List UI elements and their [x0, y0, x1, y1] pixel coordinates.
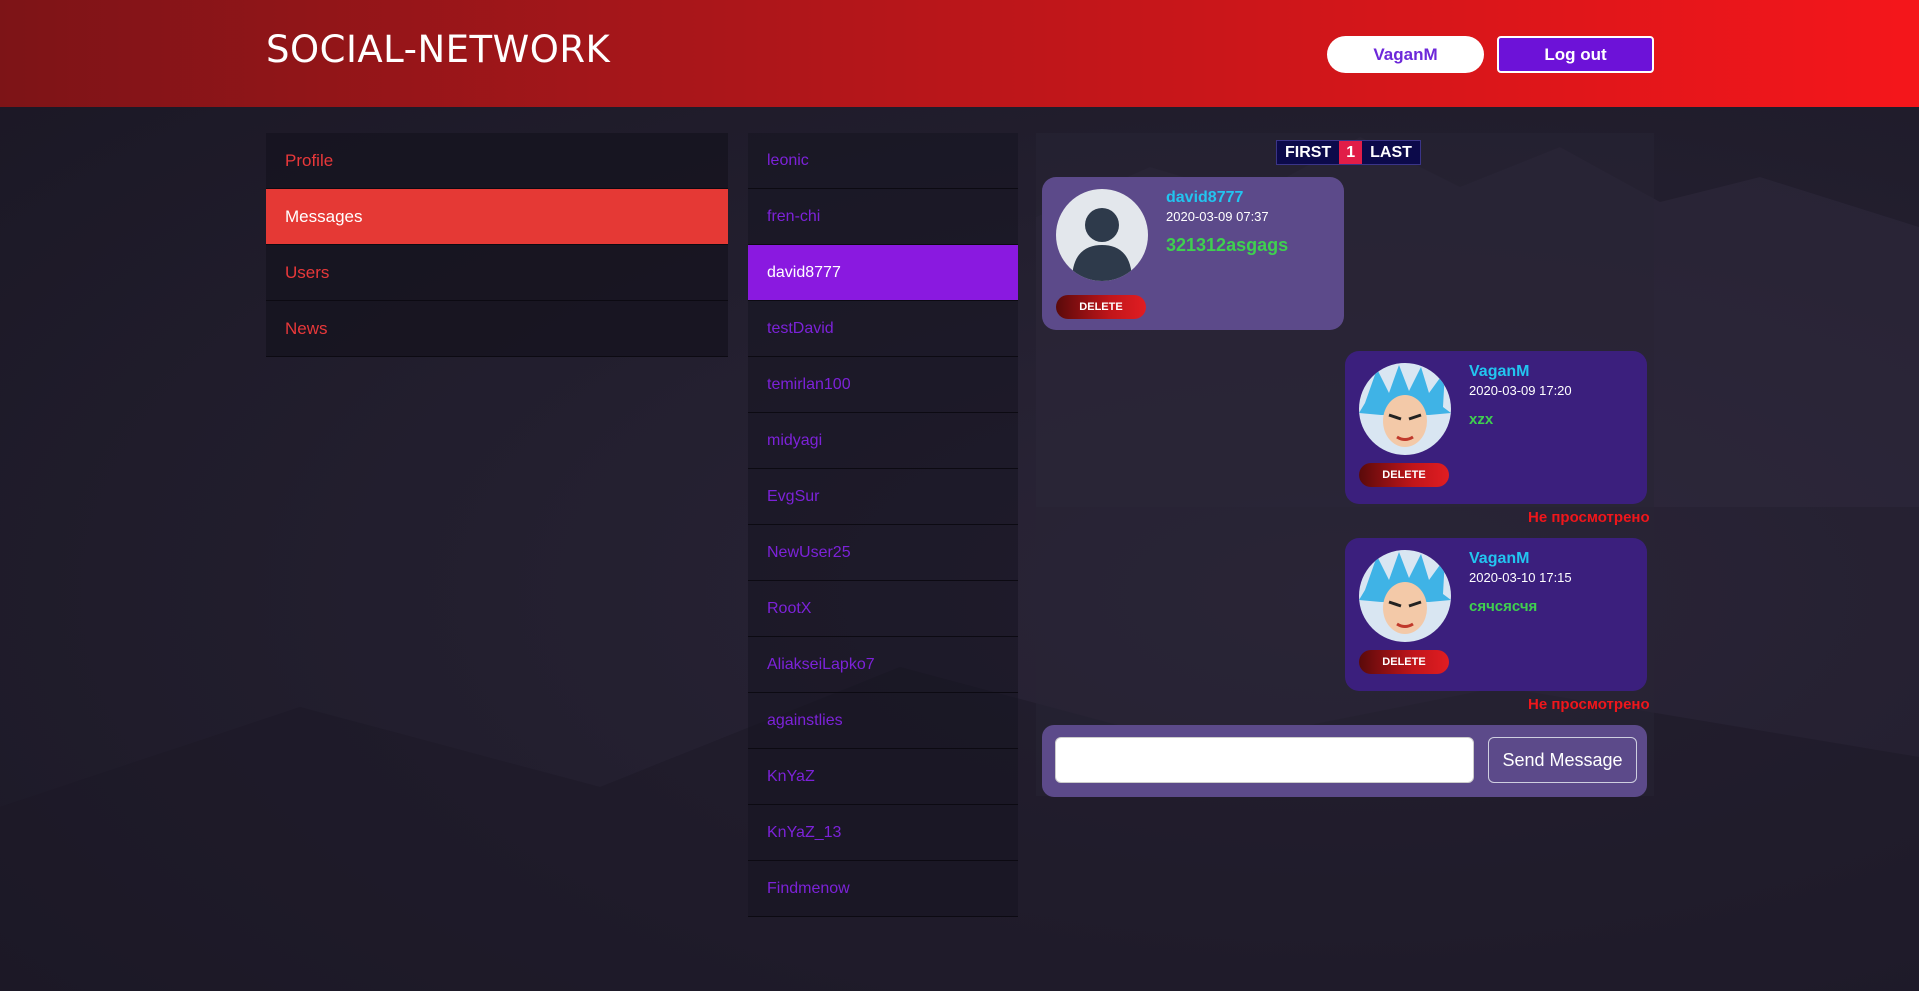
message-author[interactable]: david8777: [1166, 189, 1243, 207]
current-user-button[interactable]: VaganM: [1327, 36, 1484, 73]
dialog-name: EvgSur: [767, 487, 820, 505]
message-outgoing: VaganM 2020-03-09 17:20 xzx DELETE: [1345, 351, 1647, 504]
sidebar-item-messages[interactable]: Messages: [266, 189, 728, 245]
sidebar-item-profile[interactable]: Profile: [266, 133, 728, 189]
site-logo[interactable]: SOCIAL-NETWORK: [266, 28, 610, 71]
message-time: 2020-03-10 17:15: [1469, 570, 1572, 585]
pager-first[interactable]: FIRST: [1277, 141, 1339, 164]
anime-avatar-icon[interactable]: [1359, 550, 1451, 642]
sidebar-item-label: News: [285, 318, 328, 338]
unread-status: Не просмотрено: [1528, 509, 1650, 526]
dialog-name: testDavid: [767, 319, 834, 337]
dialog-name: againstlies: [767, 711, 843, 729]
dialog-name: fren-chi: [767, 207, 821, 225]
dialog-name: leonic: [767, 151, 809, 169]
delete-message-button[interactable]: DELETE: [1359, 650, 1449, 674]
default-avatar-icon[interactable]: [1056, 189, 1148, 281]
app-header: SOCIAL-NETWORK VaganM Log out: [0, 0, 1919, 107]
sidebar-item-label: Messages: [285, 206, 363, 226]
sidebar-item-label: Users: [285, 262, 330, 282]
dialog-name: RootX: [767, 599, 812, 617]
dialog-list: leonic fren-chi david8777 testDavid temi…: [748, 133, 1018, 917]
dialog-item[interactable]: leonic: [748, 133, 1018, 189]
dialog-name: david8777: [767, 263, 841, 281]
anime-avatar-icon[interactable]: [1359, 363, 1451, 455]
dialog-name: KnYaZ_13: [767, 823, 842, 841]
message-text: xzx: [1469, 411, 1494, 428]
dialog-item[interactable]: temirlan100: [748, 357, 1018, 413]
pagination: FIRST 1 LAST: [1276, 140, 1421, 165]
dialog-item[interactable]: RootX: [748, 581, 1018, 637]
sidebar-item-users[interactable]: Users: [266, 245, 728, 301]
dialog-item[interactable]: KnYaZ: [748, 749, 1018, 805]
dialog-name: Findmenow: [767, 879, 850, 897]
message-composer: Send Message: [1042, 725, 1647, 797]
dialog-item[interactable]: midyagi: [748, 413, 1018, 469]
dialog-item[interactable]: fren-chi: [748, 189, 1018, 245]
message-input[interactable]: [1055, 737, 1474, 783]
dialog-item[interactable]: againstlies: [748, 693, 1018, 749]
dialog-name: NewUser25: [767, 543, 851, 561]
pager-current[interactable]: 1: [1339, 141, 1363, 164]
message-author[interactable]: VaganM: [1469, 550, 1529, 568]
dialog-item[interactable]: Findmenow: [748, 861, 1018, 917]
dialog-name: temirlan100: [767, 375, 851, 393]
unread-status: Не просмотрено: [1528, 696, 1650, 713]
dialog-item[interactable]: testDavid: [748, 301, 1018, 357]
message-incoming: david8777 2020-03-09 07:37 321312asgags …: [1042, 177, 1344, 330]
dialog-item[interactable]: EvgSur: [748, 469, 1018, 525]
sidebar-nav: Profile Messages Users News: [266, 133, 728, 357]
message-time: 2020-03-09 07:37: [1166, 209, 1269, 224]
dialog-item[interactable]: KnYaZ_13: [748, 805, 1018, 861]
pager-last[interactable]: LAST: [1362, 141, 1420, 164]
dialog-name: midyagi: [767, 431, 823, 449]
message-time: 2020-03-09 17:20: [1469, 383, 1572, 398]
delete-message-button[interactable]: DELETE: [1359, 463, 1449, 487]
dialog-item-active[interactable]: david8777: [748, 245, 1018, 301]
sidebar-item-label: Profile: [285, 150, 334, 170]
chat-panel: FIRST 1 LAST david8777 2020-03-09 07:37 …: [1036, 133, 1654, 797]
message-text: сячсясчя: [1469, 598, 1538, 615]
dialog-item[interactable]: NewUser25: [748, 525, 1018, 581]
dialog-name: KnYaZ: [767, 767, 815, 785]
message-outgoing: VaganM 2020-03-10 17:15 сячсясчя DELETE: [1345, 538, 1647, 691]
dialog-name: AliakseiLapko7: [767, 655, 875, 673]
delete-message-button[interactable]: DELETE: [1056, 295, 1146, 319]
message-author[interactable]: VaganM: [1469, 363, 1529, 381]
dialog-item[interactable]: AliakseiLapko7: [748, 637, 1018, 693]
sidebar-item-news[interactable]: News: [266, 301, 728, 357]
message-text: 321312asgags: [1166, 235, 1289, 255]
logout-button[interactable]: Log out: [1497, 36, 1654, 73]
send-message-button[interactable]: Send Message: [1488, 737, 1637, 783]
